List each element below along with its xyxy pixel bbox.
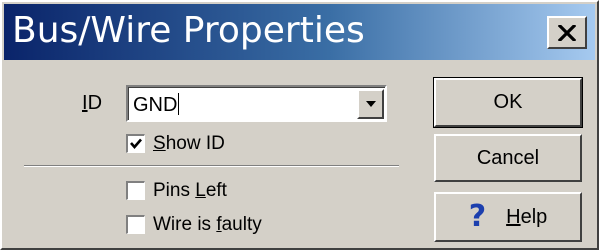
ok-button[interactable]: OK xyxy=(433,77,583,128)
show-id-label[interactable]: Show ID xyxy=(153,132,225,156)
pins-left-label[interactable]: Pins Left xyxy=(153,179,227,203)
chevron-down-icon xyxy=(366,101,376,107)
wire-is-faulty-label[interactable]: Wire is faulty xyxy=(153,213,262,237)
cancel-button[interactable]: Cancel xyxy=(434,134,582,182)
help-button-label: Help xyxy=(506,205,548,228)
pins-left-checkbox[interactable] xyxy=(126,181,145,200)
question-mark-icon: ? xyxy=(468,199,487,234)
close-button[interactable] xyxy=(547,16,587,49)
close-icon xyxy=(558,24,576,41)
dialog-title: Bus/Wire Properties xyxy=(12,10,365,51)
show-id-checkbox[interactable] xyxy=(126,134,145,153)
id-combobox-input[interactable]: GND xyxy=(133,93,180,117)
bus-wire-properties-dialog: Bus/Wire Properties ID GND Show ID Pins … xyxy=(0,0,599,250)
separator xyxy=(24,165,399,167)
cancel-button-label: Cancel xyxy=(476,146,540,169)
check-icon xyxy=(130,138,142,149)
id-dropdown-button[interactable] xyxy=(357,89,384,119)
title-bar[interactable]: Bus/Wire Properties xyxy=(4,4,595,60)
id-combobox[interactable]: GND xyxy=(126,85,387,122)
help-button[interactable]: ? Help xyxy=(434,192,582,242)
id-label: ID xyxy=(82,92,103,114)
wire-is-faulty-checkbox[interactable] xyxy=(126,215,145,234)
ok-button-label: OK xyxy=(493,91,523,113)
